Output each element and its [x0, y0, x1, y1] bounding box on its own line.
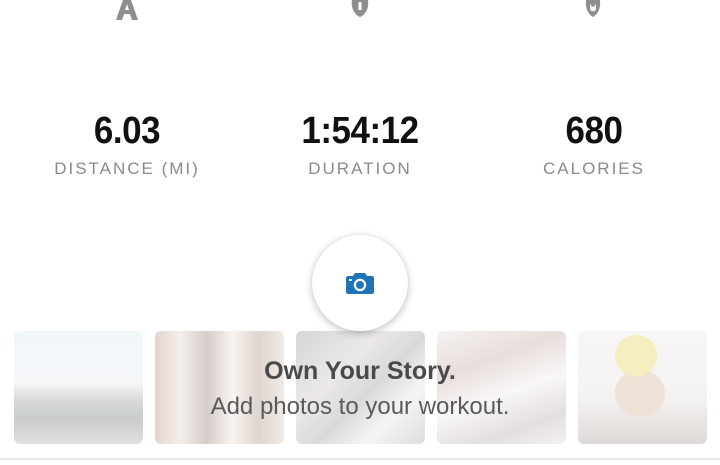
photo-strip-fade — [0, 331, 720, 444]
distance-value: 6.03 — [93, 110, 161, 152]
divider — [0, 458, 720, 460]
photo-strip — [0, 331, 720, 444]
distance-label: DISTANCE (MI) — [54, 159, 200, 178]
promo-subtitle: Add photos to your workout. — [210, 393, 510, 420]
distance-stat: 6.03 DISTANCE (MI) — [7, 108, 247, 180]
duration-label: DURATION — [308, 159, 412, 178]
calories-value: 680 — [565, 110, 623, 152]
duration-stat: 1:54:12 DURATION — [240, 108, 480, 180]
promo-title: Own Your Story. — [264, 357, 456, 385]
camera-icon — [346, 273, 374, 294]
workout-summary-screen: 6.03 DISTANCE (MI) 1:54:12 DURATION 680 … — [0, 0, 720, 465]
calories-icon — [576, 0, 610, 22]
add-photo-button[interactable] — [312, 235, 408, 331]
calories-stat: 680 CALORIES — [474, 108, 714, 180]
calories-label: CALORIES — [543, 159, 645, 178]
stopwatch-icon — [343, 0, 377, 22]
duration-value: 1:54:12 — [301, 110, 419, 152]
distance-icon — [110, 0, 144, 22]
